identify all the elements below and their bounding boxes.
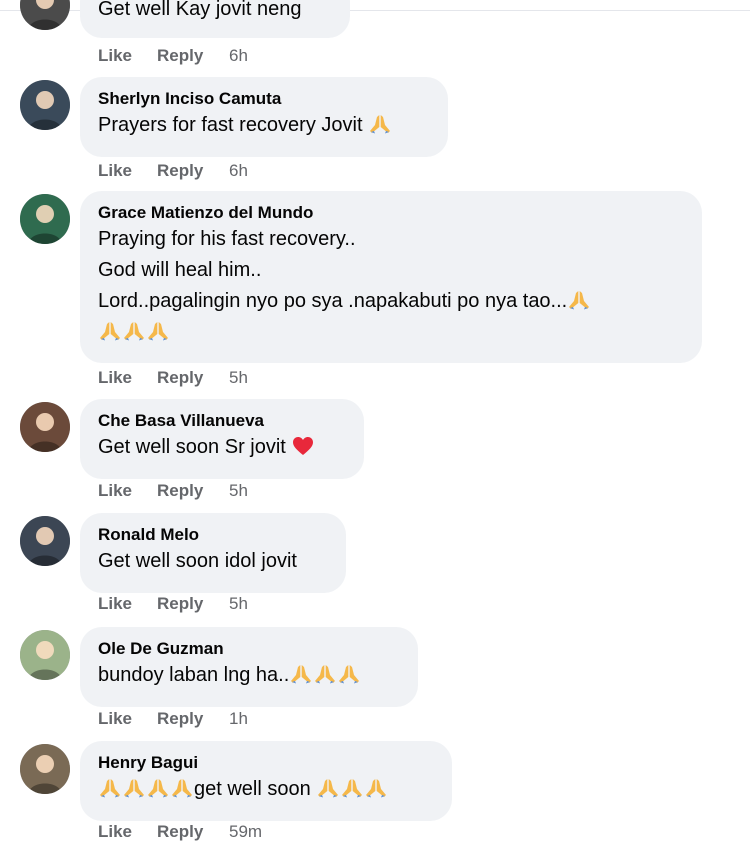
like-button[interactable]: Like [98, 708, 157, 730]
comment-author[interactable]: Sherlyn Inciso Camuta [98, 88, 430, 110]
comment-text-line: Lord..pagalingin nyo po sya .napakabuti … [98, 286, 684, 317]
comment-text-line: Get well Kay jovit neng [98, 0, 332, 25]
comment-actions: Like Reply 5h [98, 593, 248, 615]
comment-text: get well soon [194, 778, 317, 800]
avatar[interactable] [20, 0, 70, 30]
reply-button[interactable]: Reply [157, 45, 229, 67]
comment-actions: Like Reply 6h [98, 45, 248, 67]
reply-button[interactable]: Reply [157, 480, 229, 502]
like-button[interactable]: Like [98, 160, 157, 182]
avatar[interactable] [20, 194, 70, 244]
folded-hands-icon [314, 664, 336, 684]
comment-timestamp[interactable]: 59m [229, 821, 262, 843]
like-button[interactable]: Like [98, 367, 157, 389]
comment-text: Praying for his fast recovery.. [98, 228, 356, 250]
comment-actions: Like Reply 5h [98, 367, 248, 389]
comment-bubble: Ole De Guzman bundoy laban lng ha.. [80, 627, 418, 707]
comment-text-line: get well soon [98, 774, 434, 805]
folded-hands-icon [123, 778, 145, 798]
comment-author[interactable]: Ole De Guzman [98, 638, 400, 660]
comment-text-line: Get well soon Sr jovit [98, 432, 346, 463]
comment-author[interactable]: Henry Bagui [98, 752, 434, 774]
like-button[interactable]: Like [98, 45, 157, 67]
comment-text: Get well soon idol jovit [98, 550, 297, 572]
folded-hands-icon [99, 321, 121, 341]
comment-text-line: bundoy laban lng ha.. [98, 660, 400, 691]
folded-hands-icon [338, 664, 360, 684]
reply-button[interactable]: Reply [157, 160, 229, 182]
comment-actions: Like Reply 5h [98, 480, 248, 502]
comment-text-line: Praying for his fast recovery.. [98, 224, 684, 255]
folded-hands-icon [365, 778, 387, 798]
comment-text: Get well Kay jovit neng [98, 0, 302, 20]
like-button[interactable]: Like [98, 593, 157, 615]
comment-bubble: Ronald Melo Get well soon idol jovit [80, 513, 346, 593]
comment-bubble: Che Basa Villanueva Get well soon Sr jovi… [80, 399, 364, 479]
folded-hands-icon [290, 664, 312, 684]
comment-bubble: Get well Kay jovit neng [80, 0, 350, 38]
like-button[interactable]: Like [98, 480, 157, 502]
folded-hands-icon [317, 778, 339, 798]
comment-text: bundoy laban lng ha.. [98, 664, 290, 686]
comment-bubble: Henry Bagui get well soon [80, 741, 452, 821]
reply-button[interactable]: Reply [157, 593, 229, 615]
comment-timestamp[interactable]: 5h [229, 593, 248, 615]
avatar[interactable] [20, 630, 70, 680]
red-heart-icon [292, 436, 314, 456]
comment-timestamp[interactable]: 5h [229, 367, 248, 389]
folded-hands-icon [171, 778, 193, 798]
folded-hands-icon [568, 290, 590, 310]
comment-actions: Like Reply 6h [98, 160, 248, 182]
comment-timestamp[interactable]: 6h [229, 45, 248, 67]
folded-hands-icon [369, 114, 391, 134]
folded-hands-icon [99, 778, 121, 798]
comment-author[interactable]: Che Basa Villanueva [98, 410, 346, 432]
comment-timestamp[interactable]: 1h [229, 708, 248, 730]
comment-text-line [98, 317, 684, 348]
folded-hands-icon [147, 778, 169, 798]
avatar[interactable] [20, 744, 70, 794]
comment-actions: Like Reply 59m [98, 821, 262, 843]
folded-hands-icon [147, 321, 169, 341]
reply-button[interactable]: Reply [157, 821, 229, 843]
comment-actions: Like Reply 1h [98, 708, 248, 730]
like-button[interactable]: Like [98, 821, 157, 843]
comment-timestamp[interactable]: 6h [229, 160, 248, 182]
reply-button[interactable]: Reply [157, 708, 229, 730]
comment-text: Get well soon Sr jovit [98, 436, 292, 458]
reply-button[interactable]: Reply [157, 367, 229, 389]
comment-timestamp[interactable]: 5h [229, 480, 248, 502]
comment-bubble: Sherlyn Inciso Camuta Prayers for fast re… [80, 77, 448, 157]
folded-hands-icon [341, 778, 363, 798]
comment-text-line: Prayers for fast recovery Jovit [98, 110, 430, 141]
comment-author[interactable]: Grace Matienzo del Mundo [98, 202, 684, 224]
comment-author[interactable]: Ronald Melo [98, 524, 328, 546]
avatar[interactable] [20, 516, 70, 566]
folded-hands-icon [123, 321, 145, 341]
comment-text: Prayers for fast recovery Jovit [98, 114, 369, 136]
comment-text: Lord..pagalingin nyo po sya .napakabuti … [98, 290, 568, 312]
avatar[interactable] [20, 80, 70, 130]
comment-text: God will heal him.. [98, 259, 262, 281]
comment-bubble: Grace Matienzo del Mundo Praying for his … [80, 191, 702, 363]
comment-text-line: God will heal him.. [98, 255, 684, 286]
avatar[interactable] [20, 402, 70, 452]
comment-text-line: Get well soon idol jovit [98, 546, 328, 577]
